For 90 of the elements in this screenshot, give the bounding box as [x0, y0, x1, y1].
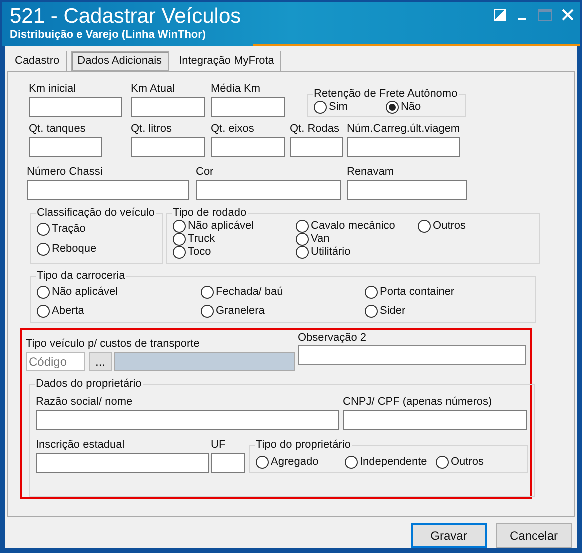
field-label: Qt. tanques: [29, 122, 86, 136]
group-title: Classificação do veículo: [36, 206, 156, 220]
radio-button[interactable]: [37, 223, 50, 236]
radio-option[interactable]: Porta container: [365, 286, 529, 299]
input-field[interactable]: [211, 137, 285, 157]
radio-button[interactable]: [436, 456, 449, 469]
field-label: Núm.Carreg.últ.viagem: [347, 122, 460, 136]
radio-option[interactable]: Granelera: [201, 305, 365, 318]
input-field[interactable]: [36, 453, 209, 473]
radio-button[interactable]: [345, 456, 358, 469]
radio-button[interactable]: [173, 246, 186, 259]
input-field[interactable]: [211, 453, 245, 473]
input-field[interactable]: [298, 345, 526, 365]
field-label: Média Km: [211, 82, 261, 96]
input-field[interactable]: [343, 410, 527, 430]
input-field[interactable]: [196, 180, 341, 200]
tab[interactable]: Integração MyFrota: [173, 51, 282, 71]
field-label: Observação 2: [298, 331, 366, 345]
radio-option[interactable]: Toco: [173, 246, 296, 259]
close-icon[interactable]: [562, 9, 574, 21]
dialog-button[interactable]: Cancelar: [496, 523, 572, 548]
input-field[interactable]: [29, 97, 122, 117]
input-field[interactable]: [27, 180, 189, 200]
input-field[interactable]: [36, 410, 339, 430]
group-title: Retenção de Frete Autônomo: [313, 87, 459, 101]
tab[interactable]: Dados Adicionais: [70, 51, 170, 71]
field-label: Tipo veículo p/ custos de transporte: [26, 337, 201, 351]
radio-option[interactable]: Não: [386, 101, 422, 113]
radio-option[interactable]: Sim: [314, 101, 348, 113]
input-field[interactable]: [211, 97, 285, 117]
radio-button[interactable]: [256, 456, 269, 469]
radio-button[interactable]: [365, 286, 378, 299]
field-label: Qt. eixos: [211, 122, 254, 136]
radio-option[interactable]: Utilitário: [296, 246, 418, 259]
radio-button[interactable]: [296, 246, 310, 259]
input-field[interactable]: [290, 137, 343, 157]
input-field[interactable]: [347, 137, 460, 157]
field-label: Km inicial: [29, 82, 76, 96]
radio-option[interactable]: Agregado: [256, 456, 345, 469]
radio-option[interactable]: Truck: [173, 233, 296, 246]
radio-option[interactable]: Fechada/ baú: [201, 286, 365, 299]
radio-option[interactable]: Não aplicável: [37, 286, 201, 299]
radio-option[interactable]: Tração: [37, 223, 156, 236]
field-label: Cor: [196, 165, 214, 179]
radio-button[interactable]: [201, 286, 214, 299]
input-field[interactable]: [29, 137, 102, 157]
input-field[interactable]: [131, 97, 205, 117]
radio-button[interactable]: [173, 233, 186, 246]
restore-icon[interactable]: [494, 9, 506, 21]
field-label: Qt. Rodas: [290, 122, 340, 136]
radio-button[interactable]: [37, 305, 50, 318]
radio-option[interactable]: Reboque: [37, 243, 156, 256]
code-field[interactable]: Código: [26, 352, 85, 371]
window-subtitle: Distribuição e Varejo (Linha WinThor): [10, 29, 206, 42]
radio-button[interactable]: [37, 286, 50, 299]
radio-option[interactable]: Sider: [365, 305, 529, 318]
field-label: UF: [211, 438, 226, 452]
field-label: Qt. litros: [131, 122, 172, 136]
field-label: Km Atual: [131, 82, 176, 96]
window-title: 521 - Cadastrar Veículos: [10, 5, 242, 29]
radio-option[interactable]: Outros: [418, 220, 466, 233]
radio-button[interactable]: [314, 100, 327, 114]
field-label: Renavam: [347, 165, 394, 179]
radio-button[interactable]: [296, 220, 310, 233]
radio-button[interactable]: [173, 220, 186, 233]
radio-button[interactable]: [37, 243, 50, 256]
radio-option[interactable]: Outros: [436, 456, 484, 469]
group-title: Dados do proprietário: [35, 377, 143, 391]
lookup-button[interactable]: ...: [89, 352, 112, 371]
group-title: Tipo de rodado: [172, 206, 248, 220]
radio-option[interactable]: Cavalo mecânico: [296, 220, 418, 233]
radio-button[interactable]: [296, 233, 310, 246]
field-label: Inscrição estadual: [36, 438, 125, 452]
radio-button[interactable]: [418, 220, 432, 233]
group-title: Tipo do proprietário: [255, 438, 352, 452]
input-field[interactable]: [347, 180, 467, 200]
dialog-button[interactable]: Gravar: [411, 523, 487, 548]
radio-button[interactable]: [386, 100, 399, 114]
group-title: Tipo da carroceria: [36, 269, 126, 283]
radio-option[interactable]: Não aplicável: [173, 220, 296, 233]
radio-option[interactable]: Aberta: [37, 305, 201, 318]
field-label: Razão social/ nome: [36, 395, 133, 409]
radio-button[interactable]: [201, 305, 214, 318]
radio-option[interactable]: Van: [296, 233, 418, 246]
field-label: CNPJ/ CPF (apenas números): [343, 395, 492, 409]
radio-button[interactable]: [365, 305, 378, 318]
field-label: Número Chassi: [27, 165, 103, 179]
radio-option[interactable]: Independente: [345, 456, 436, 469]
tab[interactable]: Cadastro: [9, 51, 67, 71]
input-field[interactable]: [131, 137, 205, 157]
